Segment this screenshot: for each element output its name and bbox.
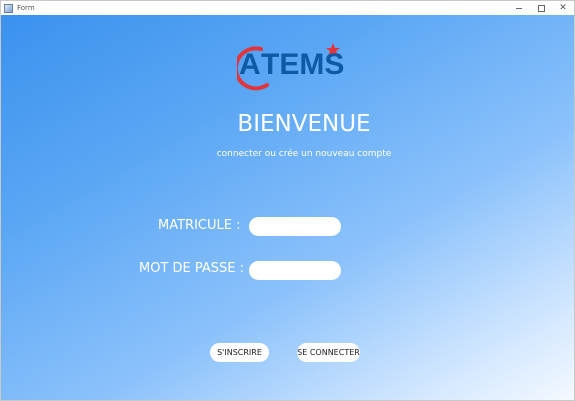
login-button[interactable]: SE CONNECTER: [297, 343, 360, 362]
title-bar[interactable]: Form ✕: [1, 1, 574, 15]
minimize-icon: [516, 7, 522, 9]
maximize-icon: [537, 4, 545, 12]
window-title: Form: [17, 4, 35, 12]
close-icon: ✕: [559, 2, 567, 13]
welcome-title: BIENVENUE: [237, 111, 371, 137]
minimize-button[interactable]: [508, 1, 530, 15]
matricule-label: MATRICULE :: [158, 218, 241, 233]
logo-lead-letter: A: [239, 48, 261, 81]
welcome-subtitle: connecter ou crée un nouveau compte: [216, 149, 392, 159]
app-form-icon: [4, 3, 13, 13]
matricule-input[interactable]: [249, 217, 341, 236]
atems-logo: A TEMS: [237, 41, 371, 93]
password-input[interactable]: [249, 261, 341, 280]
close-button[interactable]: ✕: [552, 1, 574, 15]
window-controls: ✕: [508, 1, 574, 15]
login-panel: A TEMS BIENVENUE connecter ou crée un no…: [1, 15, 574, 400]
signup-button[interactable]: S'INSCRIRE: [210, 343, 269, 362]
login-window: Form ✕ A TEMS BIENVENUE connecter ou cré…: [0, 0, 575, 401]
logo-wordmark: TEMS: [261, 48, 345, 81]
password-label: MOT DE PASSE :: [139, 261, 245, 276]
maximize-button[interactable]: [530, 1, 552, 15]
